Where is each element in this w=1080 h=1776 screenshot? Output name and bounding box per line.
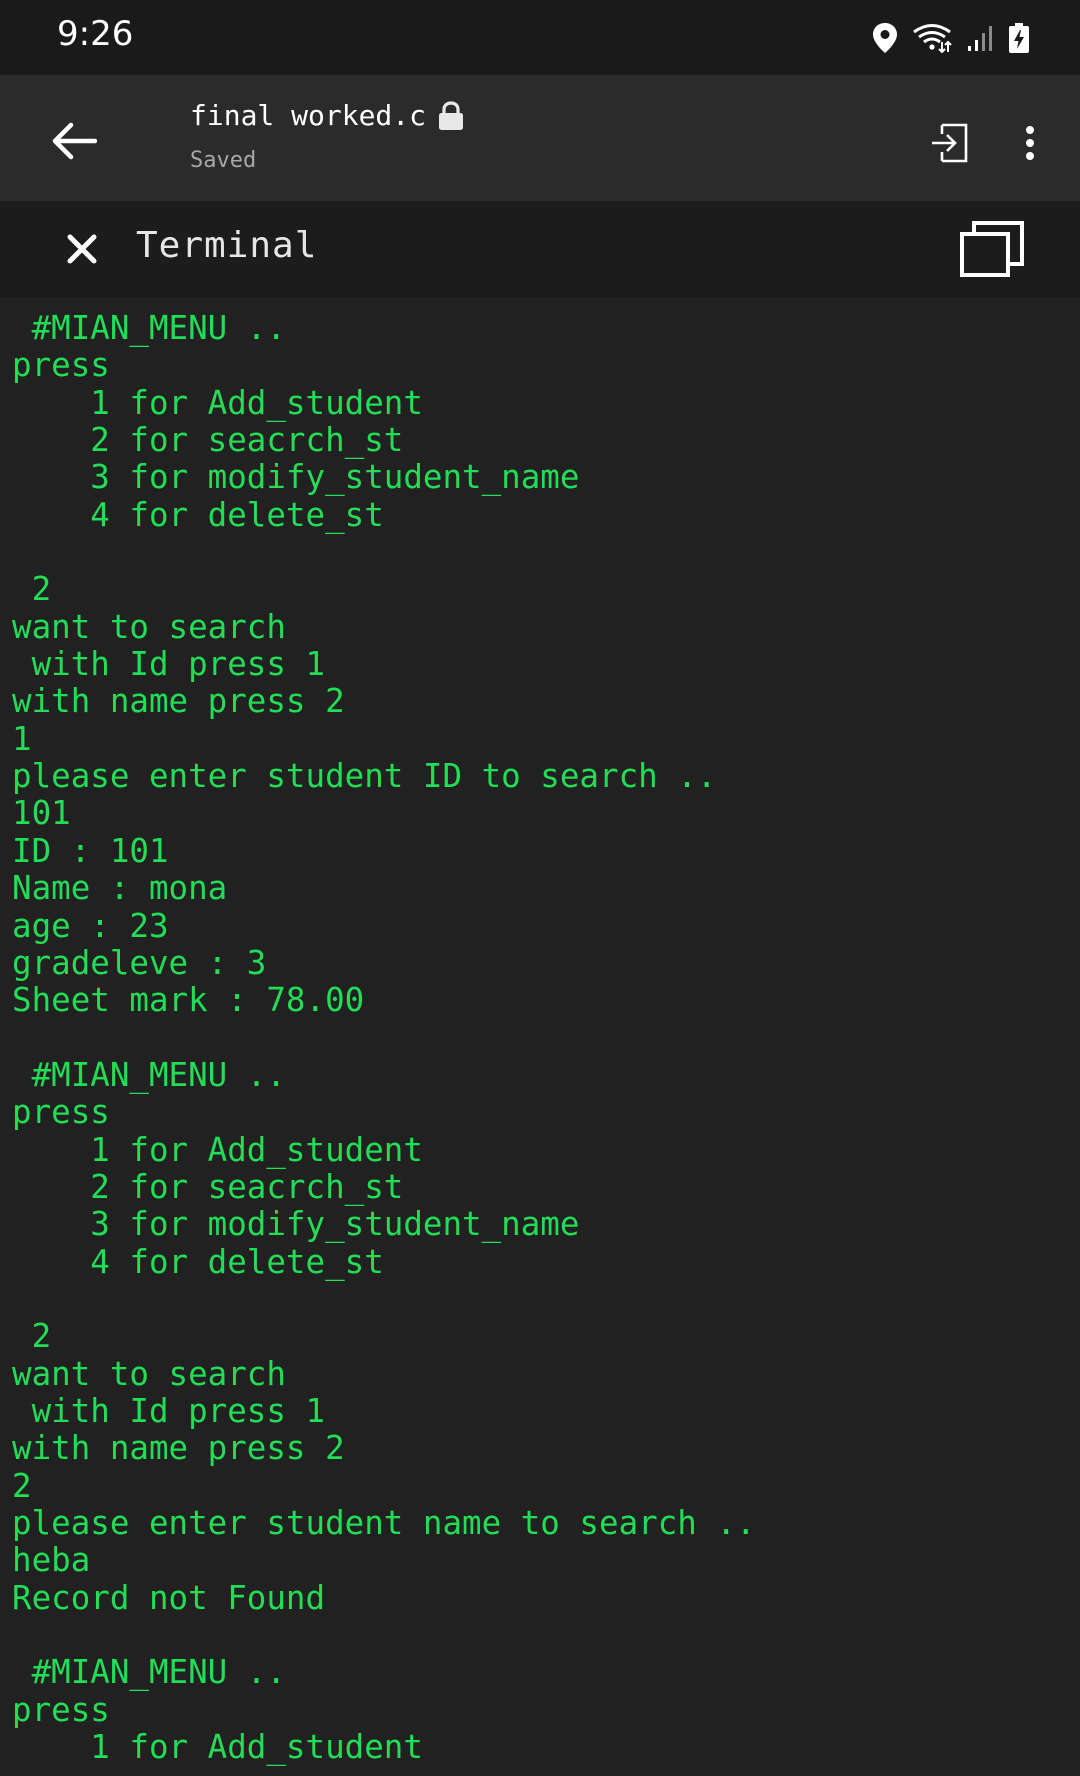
status-bar: 9:26	[0, 0, 1080, 75]
window-toggle-button[interactable]	[956, 217, 1028, 281]
terminal-line: please enter student ID to search ..	[12, 757, 717, 796]
wifi-icon	[912, 23, 952, 53]
lock-icon	[439, 100, 464, 130]
terminal-line: with name press 2	[12, 682, 345, 721]
terminal-title: Terminal	[136, 225, 318, 266]
more-options-button[interactable]	[1002, 115, 1058, 171]
terminal-line: 101	[12, 794, 71, 833]
terminal-line: Sheet mark : 78.00	[12, 981, 365, 1020]
terminal-line: 2	[12, 1466, 32, 1505]
terminal-line: press	[12, 1690, 110, 1729]
terminal-line: with name press 2	[12, 1429, 345, 1468]
terminal-line: 3 for modify_student_name	[12, 458, 580, 497]
terminal-line: with Id press 1	[12, 1391, 326, 1430]
terminal-line: #MIAN_MENU ..	[12, 1055, 286, 1094]
close-icon	[67, 234, 97, 264]
terminal-line: Name : mona	[12, 869, 228, 908]
save-status: Saved	[190, 148, 257, 173]
terminal-line: Record not Found	[12, 1578, 326, 1617]
terminal-header: Terminal	[0, 201, 1080, 297]
arrow-left-icon	[52, 122, 97, 160]
location-icon	[872, 22, 898, 54]
exit-to-app-icon	[932, 123, 968, 163]
file-name: final worked.c	[190, 99, 427, 132]
file-title: final worked.c	[190, 99, 464, 132]
terminal-line: 3 for modify_student_name	[12, 1205, 580, 1244]
terminal-line: 1 for Add_student	[12, 1130, 423, 1169]
terminal-line: age : 23	[12, 906, 169, 945]
terminal-line: want to search	[12, 607, 286, 646]
terminal-line: 1 for Add_student	[12, 383, 423, 422]
terminal-line: 1 for Add_student	[12, 1728, 423, 1767]
exit-button[interactable]	[922, 115, 978, 171]
terminal-output[interactable]: #MIAN_MENU .. press 1 for Add_student 2 f…	[12, 310, 1072, 1776]
terminal-line: 2 for seacrch_st	[12, 421, 404, 460]
back-button[interactable]	[44, 111, 104, 171]
terminal-line: heba	[12, 1541, 91, 1580]
terminal-line: gradeleve : 3	[12, 943, 267, 982]
terminal-line: please enter student name to search ..	[12, 1504, 756, 1542]
terminal-line: 2	[12, 1317, 52, 1356]
more-vert-icon	[1026, 126, 1034, 160]
close-terminal-button[interactable]	[56, 223, 108, 275]
terminal-line: #MIAN_MENU ..	[12, 310, 286, 347]
terminal-line: 4 for delete_st	[12, 1242, 384, 1281]
terminal-line: #MIAN_MENU ..	[12, 1653, 286, 1692]
battery-charging-icon	[1008, 22, 1030, 54]
window-restore-icon	[960, 221, 1024, 277]
terminal-line: 4 for delete_st	[12, 495, 384, 534]
terminal-line: press	[12, 1093, 110, 1132]
terminal-line: 1	[12, 719, 32, 758]
terminal-line: with Id press 1	[12, 645, 326, 684]
terminal-line: 2 for seacrch_st	[12, 1167, 404, 1206]
terminal-line: want to search	[12, 1354, 286, 1393]
status-icons	[872, 18, 1030, 58]
terminal-line: ID : 101	[12, 831, 169, 870]
terminal-line: press	[12, 346, 110, 385]
status-time: 9:26	[57, 14, 134, 54]
app-bar: final worked.c Saved	[0, 75, 1080, 201]
signal-icon	[966, 24, 994, 52]
terminal-line: 2	[12, 570, 52, 609]
